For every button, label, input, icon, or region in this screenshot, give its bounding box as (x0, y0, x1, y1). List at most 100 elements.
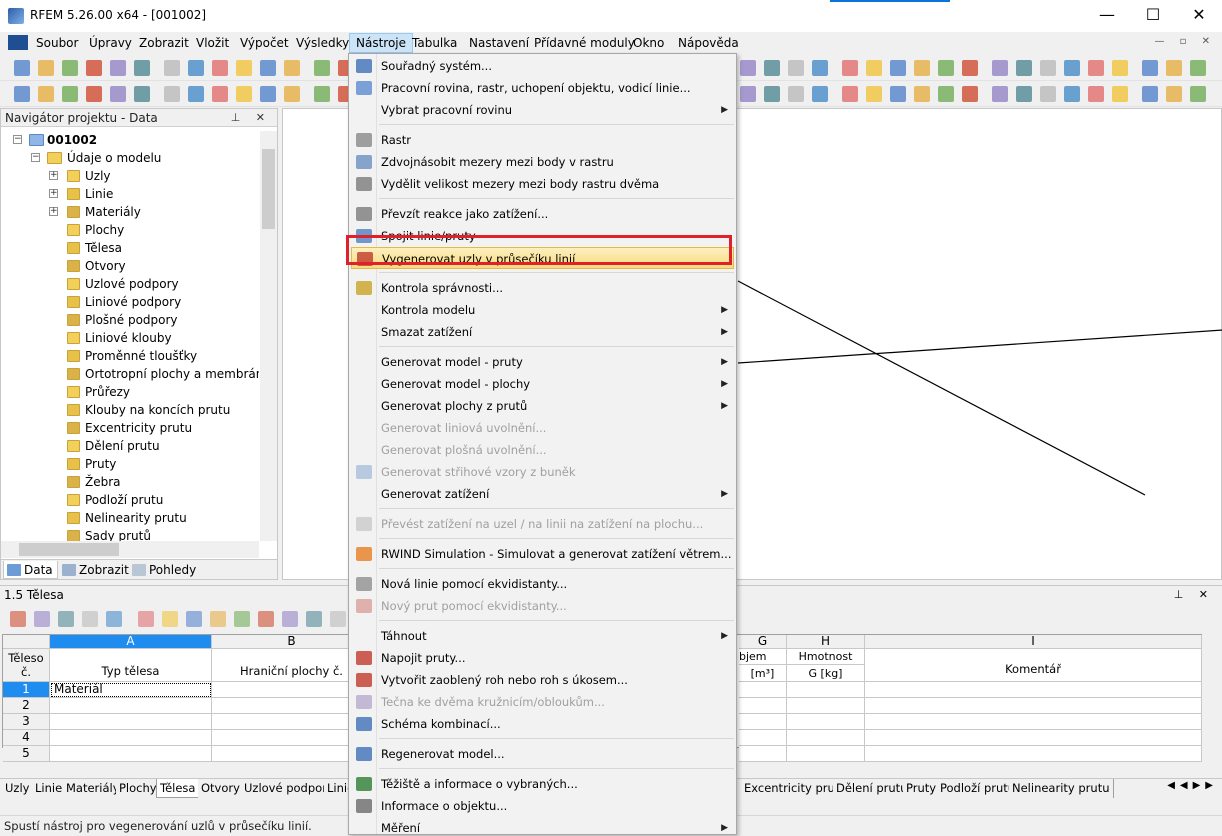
table-cell[interactable] (787, 698, 865, 714)
table-tab[interactable]: Dělení prutu (833, 779, 912, 798)
table-toolbar-button-icon[interactable] (162, 611, 178, 627)
tree-item[interactable]: Sady prutů (1, 527, 259, 541)
model-line-2[interactable] (737, 329, 1222, 364)
toolbar-button-icon[interactable] (764, 60, 780, 76)
toolbar-button-icon[interactable] (284, 86, 300, 102)
table-cell[interactable] (739, 698, 787, 714)
navigator-vscroll[interactable] (260, 131, 277, 541)
table-toolbar-button-icon[interactable] (34, 611, 50, 627)
toolbar-button-icon[interactable] (1040, 60, 1056, 76)
cell-body-type[interactable] (50, 714, 212, 730)
toolbar-button-icon[interactable] (1112, 60, 1128, 76)
toolbar-button-icon[interactable] (1112, 86, 1128, 102)
table-toolbar-button-icon[interactable] (10, 611, 26, 627)
tree-item[interactable]: + Linie (1, 185, 259, 203)
tree-item[interactable]: Podloží prutu (1, 491, 259, 509)
tree-item[interactable]: Liniové klouby (1, 329, 259, 347)
toolbar-button-icon[interactable] (812, 60, 828, 76)
tree-item[interactable]: Otvory (1, 257, 259, 275)
toolbar-button-icon[interactable] (164, 86, 180, 102)
table-cell[interactable] (865, 730, 1202, 746)
toolbar-button-icon[interactable] (1190, 86, 1206, 102)
toolbar-button-icon[interactable] (14, 86, 30, 102)
toolbar-button-icon[interactable] (788, 60, 804, 76)
cell-body-type[interactable] (50, 730, 212, 746)
toolbar-button-icon[interactable] (938, 86, 954, 102)
toolbar-button-icon[interactable] (38, 86, 54, 102)
toolbar-button-icon[interactable] (236, 86, 252, 102)
menu-item[interactable]: Rastr (351, 129, 734, 151)
tree-item[interactable]: Liniové podpory (1, 293, 259, 311)
toolbar-button-icon[interactable] (188, 86, 204, 102)
tab-views[interactable]: Pohledy (129, 561, 200, 579)
tree-item[interactable]: Proměnné tloušťky (1, 347, 259, 365)
close-button[interactable]: ✕ (1176, 0, 1222, 32)
toolbar-button-icon[interactable] (764, 86, 780, 102)
menu-item[interactable]: Vložit (190, 33, 235, 53)
table-toolbar-button-icon[interactable] (106, 611, 122, 627)
menu-item[interactable]: Vybrat pracovní rovinu ▶ (351, 99, 734, 121)
menu-item[interactable]: Generovat model - pruty ▶ (351, 351, 734, 373)
mdi-controls[interactable]: — ▫ ✕ (1154, 36, 1216, 47)
toolbar-button-icon[interactable] (134, 60, 150, 76)
menu-item[interactable]: Těžiště a informace o vybraných... (351, 773, 734, 795)
col-letter-a[interactable]: A (50, 635, 212, 649)
toolbar-button-icon[interactable] (260, 86, 276, 102)
tree-item[interactable]: Tělesa (1, 239, 259, 257)
toolbar-button-icon[interactable] (236, 60, 252, 76)
toolbar-button-icon[interactable] (962, 60, 978, 76)
cell-body-type[interactable] (50, 698, 212, 714)
menu-item[interactable]: Informace o objektu... (351, 795, 734, 817)
table-cell[interactable] (865, 698, 1202, 714)
toolbar-button-icon[interactable] (1142, 60, 1158, 76)
tree-item[interactable]: Nelinearity prutu (1, 509, 259, 527)
toolbar-button-icon[interactable] (866, 60, 882, 76)
cell-body-type[interactable] (50, 746, 212, 762)
toolbar-button-icon[interactable] (1190, 60, 1206, 76)
table-tab[interactable]: Linie (32, 779, 67, 798)
toolbar-button-icon[interactable] (962, 86, 978, 102)
toolbar-button-icon[interactable] (992, 60, 1008, 76)
toolbar-button-icon[interactable] (38, 60, 54, 76)
table-toolbar-button-icon[interactable] (306, 611, 322, 627)
panel-pin-close-icons[interactable]: ⊥ ✕ (1174, 586, 1214, 604)
menu-item[interactable]: Vydělit velikost mezery mezi body rastru… (351, 173, 734, 195)
toolbar-button-icon[interactable] (62, 60, 78, 76)
tree-item[interactable]: + Materiály (1, 203, 259, 221)
toolbar-button-icon[interactable] (1166, 86, 1182, 102)
tree-item[interactable]: Ortotropní plochy a membrány (1, 365, 259, 383)
toolbar-button-icon[interactable] (914, 86, 930, 102)
menu-item[interactable]: Schéma kombinací... (351, 713, 734, 735)
toolbar-button-icon[interactable] (1088, 60, 1104, 76)
table-vscroll[interactable] (1203, 634, 1220, 748)
menu-item[interactable]: Úpravy (83, 33, 138, 53)
scroll-thumb[interactable] (262, 149, 275, 229)
collapse-icon[interactable]: − (13, 135, 22, 144)
table-toolbar-button-icon[interactable] (186, 611, 202, 627)
maximize-button[interactable]: ☐ (1130, 0, 1176, 32)
toolbar-button-icon[interactable] (260, 60, 276, 76)
toolbar-button-icon[interactable] (110, 86, 126, 102)
menu-item[interactable]: Zobrazit (133, 33, 195, 53)
table-toolbar-button-icon[interactable] (82, 611, 98, 627)
table-tab[interactable]: Otvory (198, 779, 244, 798)
menu-item[interactable]: Kontrola modelu ▶ (351, 299, 734, 321)
menu-item[interactable]: Přídavné moduly (528, 33, 641, 53)
table-cell[interactable] (787, 730, 865, 746)
toolbar-button-icon[interactable] (812, 86, 828, 102)
collapse-icon[interactable]: − (31, 153, 40, 162)
toolbar-button-icon[interactable] (866, 86, 882, 102)
col-letter-g[interactable]: G (739, 635, 787, 649)
toolbar-button-icon[interactable] (1142, 86, 1158, 102)
menu-item[interactable]: Vytvořit zaoblený roh nebo roh s úkosem.… (351, 669, 734, 691)
menu-item[interactable]: Napojit pruty... (351, 647, 734, 669)
table-toolbar-button-icon[interactable] (330, 611, 346, 627)
toolbar-button-icon[interactable] (86, 86, 102, 102)
col-letter-h[interactable]: H (787, 635, 865, 649)
col-letter-i[interactable]: I (865, 635, 1202, 649)
tree-item[interactable]: Excentricity prutu (1, 419, 259, 437)
toolbar-button-icon[interactable] (1166, 60, 1182, 76)
tree-item[interactable]: Uzlové podpory (1, 275, 259, 293)
table-tab[interactable]: Tělesa (156, 779, 200, 798)
table-cell[interactable] (787, 714, 865, 730)
